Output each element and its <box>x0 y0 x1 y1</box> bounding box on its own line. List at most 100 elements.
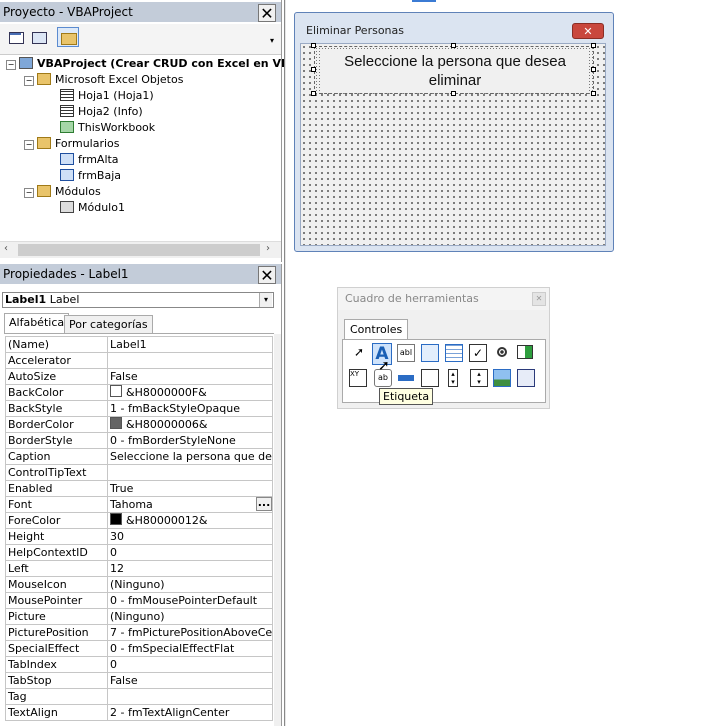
tree-root-vbaproject[interactable]: − VBAProject (Crear CRUD con Excel en VBA… <box>6 56 302 72</box>
property-name[interactable]: Caption <box>5 448 108 465</box>
property-name[interactable]: Left <box>5 560 108 577</box>
collapse-icon[interactable]: − <box>24 76 34 86</box>
pointer-tool-icon[interactable]: ➚ <box>350 344 368 362</box>
tree-frmbaja[interactable]: frmBaja <box>60 168 121 184</box>
resize-handle-w[interactable] <box>311 67 316 72</box>
property-row[interactable]: AutoSize False <box>5 368 273 385</box>
property-value[interactable]: Seleccione la persona que desea e <box>107 448 273 465</box>
property-row[interactable]: CaptionSeleccione la persona que desea e <box>5 448 273 465</box>
project-close-button[interactable]: ✕ <box>258 4 276 23</box>
image-tool-icon[interactable] <box>493 369 511 387</box>
property-name[interactable]: AutoSize <box>5 368 108 385</box>
property-name[interactable]: TextAlign <box>5 704 108 721</box>
property-name[interactable]: BackStyle <box>5 400 108 417</box>
property-name[interactable]: PicturePosition <box>5 624 108 641</box>
property-row[interactable]: ForeColor &H80000012& <box>5 512 273 529</box>
property-value[interactable]: &H8000000F& <box>107 384 273 401</box>
property-value[interactable]: True <box>107 480 273 497</box>
property-value[interactable]: (Ninguno) <box>107 608 273 625</box>
property-name[interactable]: ForeColor <box>5 512 108 529</box>
property-row[interactable]: Height 30 <box>5 528 273 545</box>
property-name[interactable]: MouseIcon <box>5 576 108 593</box>
property-row[interactable]: MouseIcon (Ninguno) <box>5 576 273 593</box>
properties-titlebar[interactable]: Propiedades - Label1 <box>0 264 281 284</box>
tree-frmalta[interactable]: frmAlta <box>60 152 119 168</box>
property-row[interactable]: Tag <box>5 688 273 705</box>
scrollbar-tool-icon[interactable]: ▴ ▾ <box>448 369 458 387</box>
spinbutton-tool-icon[interactable]: ▴ ▾ <box>470 369 488 387</box>
property-row[interactable]: BackColor &H8000000F& <box>5 384 273 401</box>
properties-close-button[interactable]: ✕ <box>258 266 276 285</box>
property-name[interactable]: (Name) <box>5 336 108 353</box>
property-row[interactable]: (Name) Label1 <box>5 336 273 353</box>
userform-close-button[interactable]: ✕ <box>572 23 604 39</box>
property-value[interactable] <box>107 352 273 369</box>
toolbar-overflow-icon[interactable]: ▾ <box>270 36 274 45</box>
property-value[interactable]: 12 <box>107 560 273 577</box>
property-name[interactable]: Tag <box>5 688 108 705</box>
tabstrip-tool-icon[interactable] <box>397 369 415 387</box>
property-value[interactable]: False <box>107 672 273 689</box>
property-row[interactable]: HelpContextID 0 <box>5 544 273 561</box>
scroll-left-icon[interactable]: ‹ <box>4 243 8 254</box>
selected-label-control[interactable]: Seleccione la persona que desea eliminar <box>314 46 594 94</box>
checkbox-tool-icon[interactable]: ✓ <box>469 344 487 362</box>
tree-modulos[interactable]: − Módulos <box>24 184 101 200</box>
resize-handle-sw[interactable] <box>311 91 316 96</box>
property-row[interactable]: SpecialEffect 0 - fmSpecialEffectFlat <box>5 640 273 657</box>
property-name[interactable]: SpecialEffect <box>5 640 108 657</box>
property-row[interactable]: Left 12 <box>5 560 273 577</box>
property-row[interactable]: ControlTipText <box>5 464 273 481</box>
togglebutton-tool-icon[interactable] <box>517 345 533 359</box>
property-name[interactable]: TabStop <box>5 672 108 689</box>
collapse-icon[interactable]: − <box>6 60 16 70</box>
property-value[interactable]: Label1 <box>107 336 273 353</box>
property-row[interactable]: TextAlign 2 - fmTextAlignCenter <box>5 704 273 721</box>
property-value[interactable]: 1 - fmBackStyleOpaque <box>107 400 273 417</box>
tree-thisworkbook[interactable]: ThisWorkbook <box>60 120 155 136</box>
optionbutton-tool-icon[interactable] <box>493 344 511 362</box>
textbox-tool-icon[interactable]: abl <box>397 344 415 362</box>
toggle-folders-button[interactable] <box>57 27 79 47</box>
property-name[interactable]: BackColor <box>5 384 108 401</box>
property-value[interactable]: 0 - fmMousePointerDefault <box>107 592 273 609</box>
property-row[interactable]: Font Tahoma... <box>5 496 273 513</box>
property-name[interactable]: HelpContextID <box>5 544 108 561</box>
property-value[interactable]: 30 <box>107 528 273 545</box>
property-value[interactable]: 0 <box>107 656 273 673</box>
property-name[interactable]: MousePointer <box>5 592 108 609</box>
property-name[interactable]: TabIndex <box>5 656 108 673</box>
tab-por-categorias[interactable]: Por categorías <box>64 315 153 333</box>
property-name[interactable]: Font <box>5 496 108 513</box>
property-name[interactable]: Accelerator <box>5 352 108 369</box>
resize-handle-nw[interactable] <box>311 43 316 48</box>
property-row[interactable]: MousePointer 0 - fmMousePointerDefault <box>5 592 273 609</box>
property-name[interactable]: BorderColor <box>5 416 108 433</box>
resize-handle-s[interactable] <box>451 91 456 96</box>
resize-handle-se[interactable] <box>591 91 596 96</box>
property-row[interactable]: BackStyle 1 - fmBackStyleOpaque <box>5 400 273 417</box>
multipage-tool-icon[interactable] <box>421 369 439 387</box>
property-value[interactable]: 7 - fmPicturePositionAboveCenter <box>107 624 273 641</box>
frame-tool-icon[interactable]: XY <box>349 369 367 387</box>
property-row[interactable]: PicturePosition 7 - fmPicturePositionAbov… <box>5 624 273 641</box>
property-name[interactable]: Picture <box>5 608 108 625</box>
property-value[interactable]: Tahoma... <box>107 496 273 513</box>
property-value[interactable]: &H80000012& <box>107 512 273 529</box>
property-value[interactable]: (Ninguno) <box>107 576 273 593</box>
tree-hoja2[interactable]: Hoja2 (Info) <box>60 104 143 120</box>
resize-handle-n[interactable] <box>451 43 456 48</box>
property-value[interactable]: 0 <box>107 544 273 561</box>
property-value[interactable] <box>107 464 273 481</box>
resize-handle-e[interactable] <box>591 67 596 72</box>
property-row[interactable]: Enabled True <box>5 480 273 497</box>
property-row[interactable]: BorderColor &H80000006& <box>5 416 273 433</box>
property-name[interactable]: BorderStyle <box>5 432 108 449</box>
tab-alfabetica[interactable]: Alfabética <box>4 313 70 333</box>
property-row[interactable]: Accelerator <box>5 352 273 369</box>
tree-excel-objects[interactable]: − Microsoft Excel Objetos <box>24 72 183 88</box>
property-name[interactable]: Height <box>5 528 108 545</box>
collapse-icon[interactable]: − <box>24 188 34 198</box>
property-value[interactable] <box>107 688 273 705</box>
property-name[interactable]: ControlTipText <box>5 464 108 481</box>
